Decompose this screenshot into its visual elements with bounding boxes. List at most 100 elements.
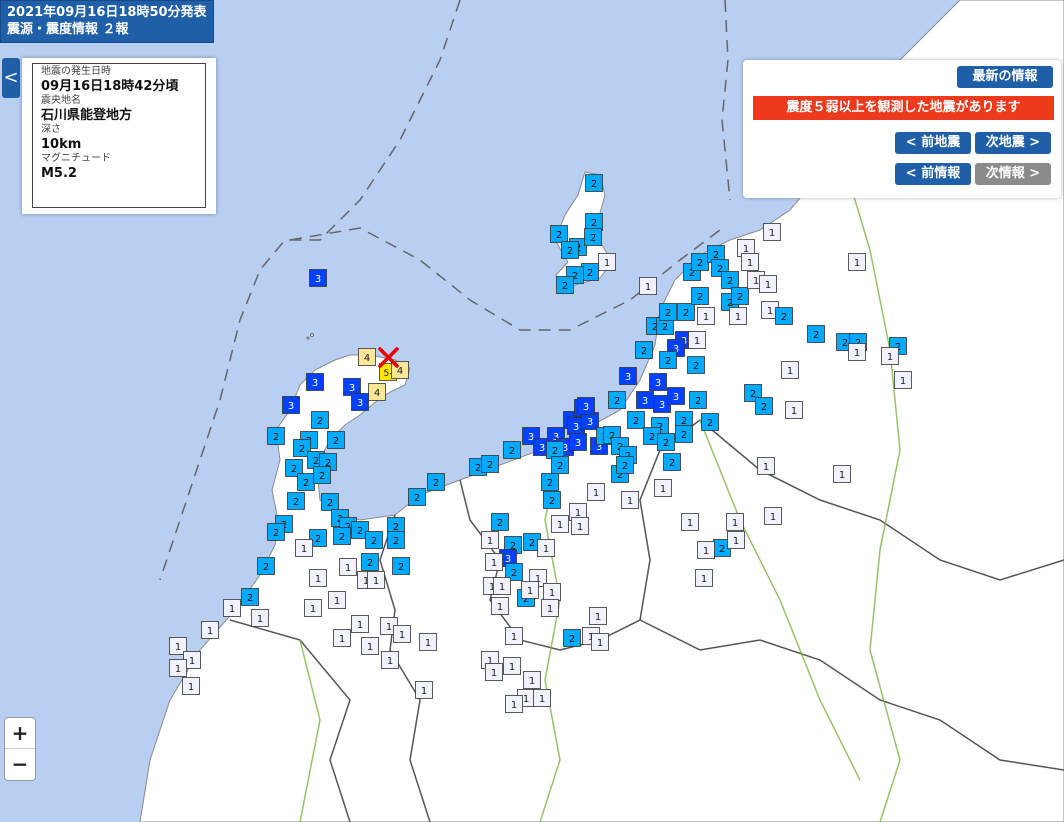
intensity-marker-1: 1 [621, 491, 639, 509]
intensity-marker-label: 1 [425, 638, 431, 649]
intensity-marker-label: 2 [813, 330, 819, 341]
prev-quake-button[interactable]: < 前地震 [895, 132, 971, 154]
intensity-marker-label: 1 [787, 366, 793, 377]
time-label: 地震の発生日時 [41, 66, 111, 77]
intensity-marker-label: 1 [367, 642, 373, 653]
intensity-marker-2: 2 [491, 513, 509, 531]
intensity-marker-label: 2 [273, 528, 279, 539]
intensity-marker-1: 1 [223, 599, 241, 617]
intensity-marker-label: 2 [781, 312, 787, 323]
intensity-marker-label: 2 [367, 558, 373, 569]
intensity-marker-label: 2 [587, 268, 593, 279]
place-value: 石川県能登地方 [41, 108, 133, 123]
intensity-marker-label: 1 [386, 622, 392, 633]
intensity-marker-1: 1 [485, 663, 503, 681]
intensity-marker-1: 1 [695, 569, 713, 587]
intensity-marker-3: 3 [667, 387, 685, 405]
intensity-marker-label: 3 [288, 401, 294, 412]
intensity-marker-label: 4 [374, 388, 380, 399]
intensity-marker-2: 2 [313, 466, 331, 484]
intensity-marker-2: 2 [659, 303, 677, 321]
zoom-in-button[interactable]: + [5, 718, 35, 749]
intensity-marker-1: 1 [729, 307, 747, 325]
intensity-marker-1: 1 [251, 609, 269, 627]
intensity-marker-label: 2 [562, 281, 568, 292]
intensity-marker-label: 1 [765, 280, 771, 291]
intensity-marker-2: 2 [677, 303, 695, 321]
intensity-marker-1: 1 [201, 621, 219, 639]
intensity-marker-label: 1 [645, 282, 651, 293]
intensity-marker-1: 1 [505, 627, 523, 645]
intensity-marker-label: 1 [357, 620, 363, 631]
intensity-marker-1: 1 [333, 629, 351, 647]
intensity-marker-2: 2 [635, 341, 653, 359]
intensity-marker-label: 3 [575, 438, 581, 449]
intensity-marker-1: 1 [727, 531, 745, 549]
intensity-marker-2: 2 [584, 228, 602, 246]
intensity-marker-4: 4 [358, 348, 376, 366]
intensity-marker-1: 1 [741, 253, 759, 271]
intensity-marker-2: 2 [701, 413, 719, 431]
intensity-marker-label: 1 [577, 522, 583, 533]
intensity-marker-1: 1 [591, 633, 609, 651]
intensity-marker-label: 4 [397, 366, 403, 377]
intensity-marker-2: 2 [689, 391, 707, 409]
intensity-marker-label: 1 [175, 664, 181, 675]
collapse-panel-button[interactable]: < [2, 58, 20, 98]
zoom-control: + − [4, 717, 36, 781]
intensity-marker-label: 3 [673, 392, 679, 403]
intensity-marker-2: 2 [241, 588, 259, 606]
intensity-marker-label: 2 [683, 308, 689, 319]
intensity-marker-label: 1 [547, 604, 553, 615]
intensity-marker-1: 1 [726, 513, 744, 531]
next-quake-button[interactable]: 次地震 > [975, 132, 1051, 154]
intensity-marker-2: 2 [392, 557, 410, 575]
intensity-marker-1: 1 [848, 343, 866, 361]
intensity-marker-2: 2 [807, 325, 825, 343]
intensity-marker-label: 3 [315, 274, 321, 285]
intensity-marker-label: 2 [842, 338, 848, 349]
prev-info-button[interactable]: < 前情報 [895, 163, 971, 185]
intensity-marker-1: 1 [757, 457, 775, 475]
intensity-marker-label: 2 [357, 526, 363, 537]
intensity-marker-1: 1 [485, 553, 503, 571]
intensity-marker-label: 2 [614, 396, 620, 407]
intensity-marker-label: 2 [333, 436, 339, 447]
intensity-marker-label: 1 [687, 518, 693, 529]
intensity-marker-1: 1 [304, 599, 322, 617]
intensity-marker-label: 1 [207, 626, 213, 637]
intensity-marker-2: 2 [721, 271, 739, 289]
intensity-marker-label: 1 [523, 694, 529, 705]
intensity-marker-1: 1 [339, 558, 357, 576]
intensity-marker-1: 1 [681, 513, 699, 531]
intensity-marker-2: 2 [550, 225, 568, 243]
intensity-marker-label: 1 [529, 676, 535, 687]
intensity-marker-label: 1 [839, 470, 845, 481]
next-info-button[interactable]: 次情報 > [975, 163, 1051, 185]
intensity-marker-label: 1 [557, 520, 563, 531]
intensity-marker-label: 2 [299, 444, 305, 455]
intensity-marker-label: 1 [543, 544, 549, 555]
intensity-marker-1: 1 [589, 607, 607, 625]
zoom-out-button[interactable]: − [5, 749, 35, 779]
intensity-marker-label: 2 [398, 562, 404, 573]
intensity-marker-2: 2 [687, 356, 705, 374]
latest-info-button[interactable]: 最新の情報 [957, 66, 1053, 88]
intensity-marker-1: 1 [848, 253, 866, 271]
intensity-marker-2: 2 [657, 433, 675, 451]
intensity-marker-label: 3 [312, 378, 318, 389]
intensity-marker-1: 1 [639, 277, 657, 295]
islet [306, 336, 310, 340]
intensity-marker-1: 1 [521, 581, 539, 599]
intensity-marker-label: 2 [707, 418, 713, 429]
intensity-marker-2: 2 [257, 557, 275, 575]
intensity-marker-label: 1 [854, 258, 860, 269]
report-title: 震源・震度情報 ２報 [7, 22, 129, 37]
intensity-marker-2: 2 [585, 213, 603, 231]
intensity-marker-2: 2 [659, 351, 677, 369]
intensity-marker-2: 2 [755, 397, 773, 415]
intensity-marker-label: 1 [511, 700, 517, 711]
intensity-marker-label: 1 [373, 576, 379, 587]
intensity-marker-label: 1 [499, 582, 505, 593]
intensity-marker-label: 1 [257, 614, 263, 625]
